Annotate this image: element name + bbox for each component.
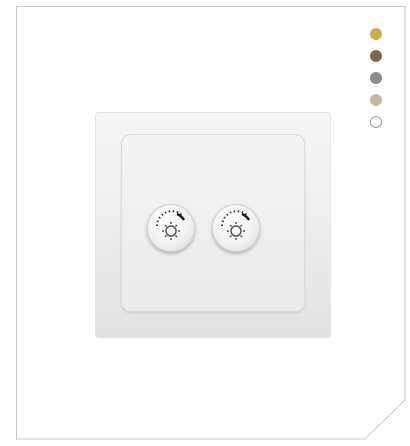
swatch-bronze[interactable] — [370, 50, 382, 62]
swatch-white[interactable] — [370, 116, 382, 128]
brightness-icon — [221, 210, 251, 240]
swatch-champagne[interactable] — [370, 94, 382, 106]
dimmer-switch-image — [95, 112, 331, 338]
dimmer-knob-right — [212, 204, 260, 252]
swatch-gold[interactable] — [370, 28, 382, 40]
color-swatch-list — [370, 28, 384, 138]
swatch-gray[interactable] — [370, 72, 382, 84]
brightness-icon — [156, 210, 186, 240]
dimmer-knob-left — [147, 204, 195, 252]
